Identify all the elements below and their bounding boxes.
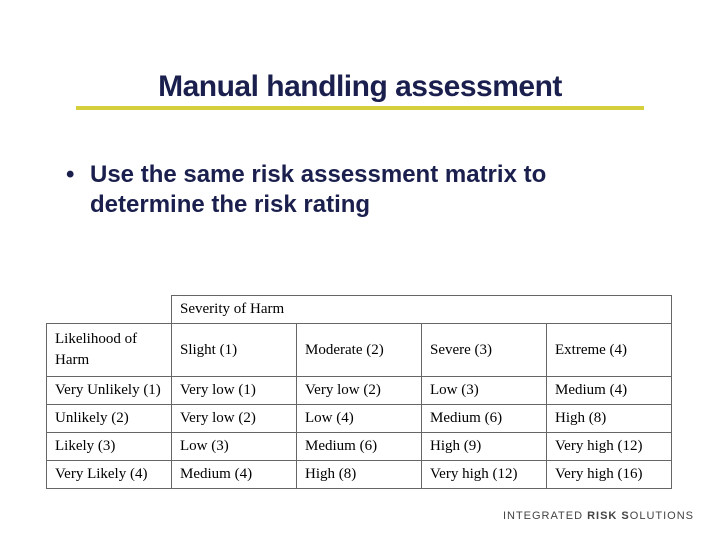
cell: Low (3)	[422, 377, 547, 405]
severity-header: Severity of Harm	[172, 296, 672, 324]
cell: Very low (2)	[172, 405, 297, 433]
cell: Medium (4)	[547, 377, 672, 405]
bullet-item: • Use the same risk assessment matrix to…	[60, 160, 640, 220]
bullet-list: • Use the same risk assessment matrix to…	[60, 160, 640, 220]
col-header: Moderate (2)	[297, 324, 422, 377]
cell: High (8)	[297, 461, 422, 489]
likelihood-header: Likelihood of Harm	[47, 324, 172, 377]
bullet-marker: •	[60, 160, 88, 190]
footer-word1: INTEGRATED	[503, 510, 583, 522]
empty-cell	[47, 296, 172, 324]
footer-word3-rest: OLUTIONS	[630, 510, 694, 522]
cell: Medium (6)	[297, 433, 422, 461]
col-header: Slight (1)	[172, 324, 297, 377]
cell: Very high (16)	[547, 461, 672, 489]
table-row: Very Likely (4) Medium (4) High (8) Very…	[47, 461, 672, 489]
cell: Very low (1)	[172, 377, 297, 405]
cell: Low (3)	[172, 433, 297, 461]
footer-word2: RISK	[587, 510, 617, 522]
table-row: Likely (3) Low (3) Medium (6) High (9) V…	[47, 433, 672, 461]
title-underline	[76, 106, 644, 110]
slide-title: Manual handling assessment	[0, 70, 720, 104]
col-header: Extreme (4)	[547, 324, 672, 377]
cell: High (8)	[547, 405, 672, 433]
footer-logo: INTEGRATED RISK SOLUTIONS	[503, 510, 694, 522]
row-label: Unlikely (2)	[47, 405, 172, 433]
risk-matrix-table: Severity of Harm Likelihood of Harm Slig…	[46, 295, 672, 489]
row-label: Very Unlikely (1)	[47, 377, 172, 405]
cell: Medium (4)	[172, 461, 297, 489]
bullet-text: Use the same risk assessment matrix to d…	[88, 160, 640, 220]
row-label: Very Likely (4)	[47, 461, 172, 489]
cell: Very high (12)	[422, 461, 547, 489]
cell: Medium (6)	[422, 405, 547, 433]
table-row: Unlikely (2) Very low (2) Low (4) Medium…	[47, 405, 672, 433]
cell: Low (4)	[297, 405, 422, 433]
row-label: Likely (3)	[47, 433, 172, 461]
likelihood-line1: Likelihood of	[55, 331, 137, 347]
cell: Very low (2)	[297, 377, 422, 405]
cell: Very high (12)	[547, 433, 672, 461]
col-header: Severe (3)	[422, 324, 547, 377]
table-row: Very Unlikely (1) Very low (1) Very low …	[47, 377, 672, 405]
cell: High (9)	[422, 433, 547, 461]
likelihood-line2: Harm	[55, 352, 89, 368]
footer-word3-prefix: S	[621, 510, 629, 522]
